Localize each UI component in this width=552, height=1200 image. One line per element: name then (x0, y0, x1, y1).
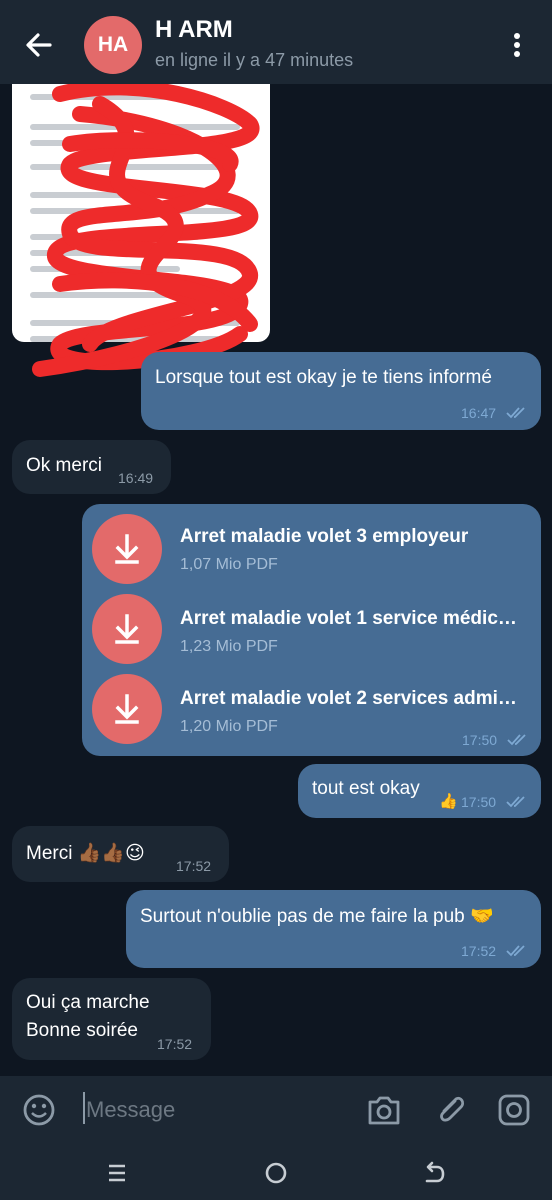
download-button[interactable] (92, 594, 162, 664)
download-icon (115, 694, 139, 724)
file-meta: 1,20 Mio PDF (180, 718, 278, 735)
file-attachments-message: Arret maladie volet 3 employeur 1,07 Mio… (82, 504, 541, 756)
back-nav-icon[interactable] (423, 1161, 447, 1185)
message-text: Lorsque tout est okay je te tiens inform… (155, 367, 492, 388)
double-check-icon (507, 734, 526, 746)
camera-icon[interactable] (366, 1093, 402, 1127)
outgoing-message[interactable]: tout est okay 👍 17:50 (298, 764, 541, 818)
message-text: Surtout n'oublie pas de me faire la pub … (140, 906, 494, 927)
instagram-camera-icon[interactable] (497, 1093, 531, 1127)
message-composer: Message (0, 1076, 552, 1144)
incoming-message[interactable]: Ok merci 16:49 (12, 440, 171, 494)
redaction-scribble (32, 84, 260, 377)
double-check-icon (506, 945, 525, 957)
download-button[interactable] (92, 674, 162, 744)
message-time: 17:52 (157, 1036, 193, 1052)
outgoing-message[interactable]: Lorsque tout est okay je te tiens inform… (141, 352, 541, 430)
incoming-message[interactable]: Merci 👍🏾👍🏾😉 17:52 (12, 826, 229, 882)
message-input[interactable]: Message (86, 1097, 175, 1123)
message-time: 17:52 (176, 858, 212, 874)
message-text: Ok merci (26, 455, 102, 476)
message-time: 16:49 (118, 470, 154, 486)
file-name: Arret maladie volet 1 service médic… (180, 608, 517, 629)
recent-apps-icon[interactable] (106, 1162, 128, 1184)
message-text-line: Oui ça marche (26, 992, 150, 1013)
incoming-message[interactable]: Oui ça marche Bonne soirée 17:52 (12, 978, 211, 1060)
message-list[interactable]: Lorsque tout est okay je te tiens inform… (0, 84, 552, 1076)
file-meta: 1,07 Mio PDF (180, 556, 278, 573)
file-name: Arret maladie volet 2 services admi… (180, 688, 517, 709)
download-icon (115, 614, 139, 644)
outgoing-message[interactable]: Surtout n'oublie pas de me faire la pub … (126, 890, 541, 968)
system-navigation-bar (0, 1144, 552, 1200)
paperclip-icon[interactable] (433, 1093, 467, 1127)
contact-name[interactable]: H ARM (155, 16, 233, 44)
emoji-icon[interactable] (22, 1093, 56, 1127)
avatar[interactable]: HA (84, 16, 142, 74)
message-text: tout est okay (312, 778, 420, 799)
home-icon[interactable] (264, 1161, 288, 1185)
download-icon (115, 534, 139, 564)
chat-header: HA H ARM en ligne il y a 47 minutes (0, 0, 552, 84)
message-time: 17:52 (461, 943, 497, 959)
message-time: 16:47 (461, 405, 497, 421)
kebab-menu-icon[interactable] (505, 30, 529, 60)
file-name: Arret maladie volet 3 employeur (180, 526, 469, 547)
message-time: 17:50 (461, 794, 497, 810)
double-check-icon (506, 796, 525, 808)
arrow-left-icon[interactable] (22, 28, 56, 62)
message-time: 17:50 (462, 732, 498, 748)
text-caret (83, 1092, 85, 1124)
message-text: Merci 👍🏾👍🏾😉 (26, 843, 145, 864)
file-meta: 1,23 Mio PDF (180, 638, 278, 655)
download-button[interactable] (92, 514, 162, 584)
reaction[interactable]: 👍 (439, 792, 458, 810)
file-item[interactable]: Arret maladie volet 3 employeur 1,07 Mio… (82, 504, 541, 588)
file-item[interactable]: Arret maladie volet 1 service médic… 1,2… (82, 584, 541, 668)
double-check-icon (506, 407, 525, 419)
message-text-line: Bonne soirée (26, 1020, 138, 1041)
contact-status: en ligne il y a 47 minutes (155, 50, 354, 70)
